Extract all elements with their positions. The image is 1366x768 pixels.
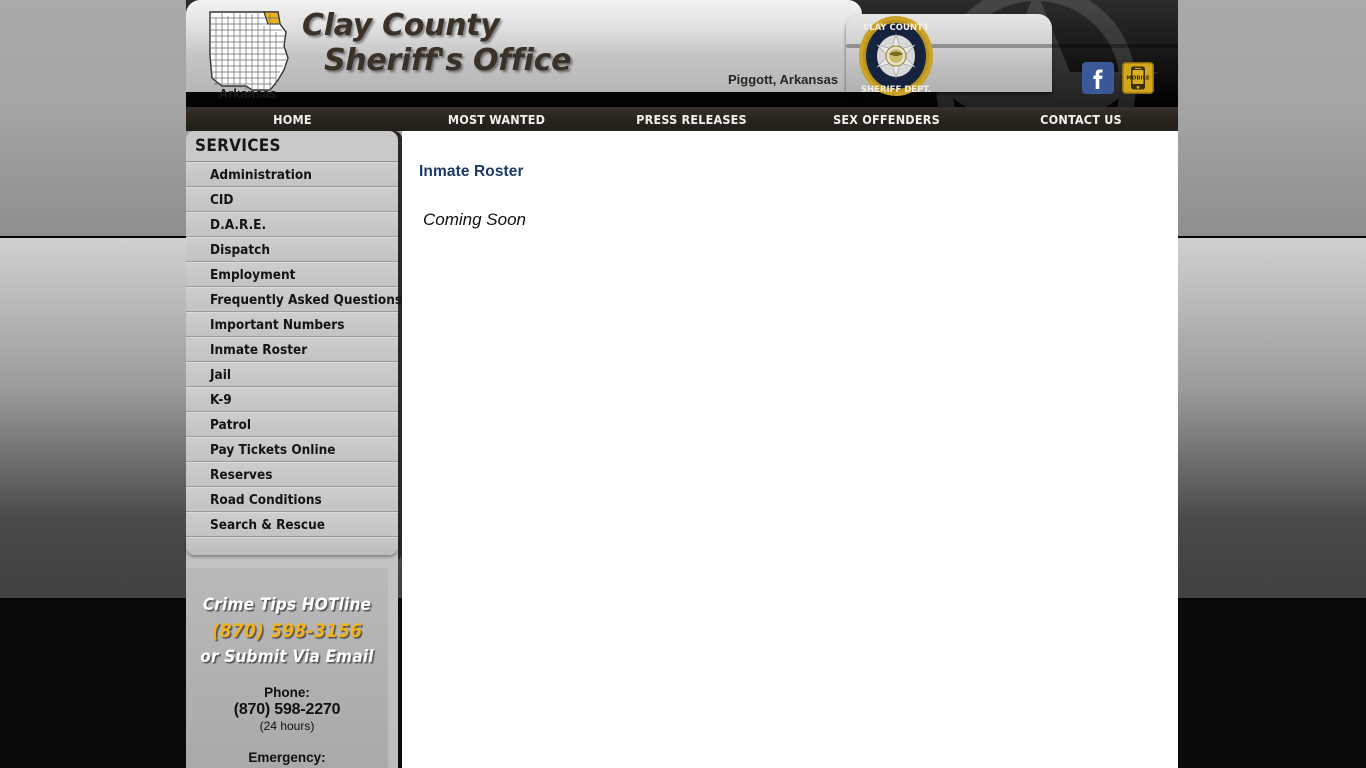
sidebar-item-faq[interactable]: Frequently Asked Questions	[186, 287, 402, 312]
sidebar-item-cid[interactable]: CID	[186, 187, 398, 212]
mobile-icon[interactable]: MOBILE	[1122, 62, 1154, 94]
arkansas-map-label: Arkansas	[219, 87, 277, 101]
phone-hours-note: (24 hours)	[259, 719, 315, 733]
contact-spacer	[186, 735, 388, 749]
facebook-icon[interactable]	[1082, 62, 1114, 94]
sheriff-badge-icon: CLAY COUNTY SHERIFF DEPT.	[859, 16, 933, 96]
nav-item-home[interactable]: HOME	[186, 112, 399, 127]
main-content: Inmate Roster Coming Soon	[402, 131, 1178, 768]
site-title-block: Clay County Sheriff's Office	[302, 8, 732, 78]
social-icons: MOBILE	[1082, 62, 1154, 94]
contact-info-block: Phone: (870) 598-2270 (24 hours) Emergen…	[186, 684, 388, 766]
nav-item-sex-offenders[interactable]: SEX OFFENDERS	[789, 112, 984, 127]
sidebar-item-patrol[interactable]: Patrol	[186, 412, 398, 437]
sidebar-item-employment[interactable]: Employment	[186, 262, 398, 287]
page-body-area: SERVICES Administration CID D.A.R.E. Dis…	[186, 131, 1178, 768]
site-title-line1: Clay County	[302, 8, 500, 43]
phone-number[interactable]: (870) 598-2270	[186, 701, 388, 718]
site-city-label: Piggott, Arkansas	[728, 72, 839, 87]
sidebar-item-pay-tickets[interactable]: Pay Tickets Online	[186, 437, 398, 462]
nav-item-contact-us[interactable]: CONTACT US	[984, 112, 1178, 127]
arkansas-map-icon	[209, 11, 289, 91]
sidebar-item-dare[interactable]: D.A.R.E.	[186, 212, 398, 237]
sidebar-item-k9[interactable]: K-9	[186, 387, 398, 412]
page-body-text: Coming Soon	[423, 210, 527, 229]
mobile-icon-label: MOBILE	[1126, 76, 1149, 82]
crime-tips-block: Crime Tips HOTline (870) 598-3156 or Sub…	[186, 568, 388, 768]
main-navigation: HOME MOST WANTED PRESS RELEASES SEX OFFE…	[186, 107, 1178, 131]
emergency-label: Emergency:	[248, 750, 326, 765]
sidebar-item-inmate-roster[interactable]: Inmate Roster	[186, 337, 398, 362]
site-container: Arkansas Clay County Sheriff's Office Pi…	[186, 0, 1178, 768]
sidebar-item-dispatch[interactable]: Dispatch	[186, 237, 398, 262]
sidebar-item-jail[interactable]: Jail	[186, 362, 398, 387]
site-title-line2: Sheriff's Office	[324, 43, 572, 78]
sidebar-item-reserves[interactable]: Reserves	[186, 462, 398, 487]
sidebar-item-road-conditions[interactable]: Road Conditions	[186, 487, 398, 512]
crime-tips-heading: Crime Tips HOTline	[202, 595, 372, 615]
tips-spacer	[186, 670, 388, 684]
sidebar-item-search-rescue[interactable]: Search & Rescue	[186, 512, 398, 537]
phone-label: Phone:	[264, 685, 310, 700]
sidebar-bottom-cap	[186, 537, 398, 555]
sidebar-heading: SERVICES	[186, 131, 398, 162]
page-title: Inmate Roster	[419, 163, 524, 180]
crime-tips-email-link[interactable]: or Submit Via Email	[186, 644, 388, 670]
sidebar-item-important-numbers[interactable]: Important Numbers	[186, 312, 398, 337]
badge-top-text: CLAY COUNTY	[863, 23, 930, 33]
site-header: Arkansas Clay County Sheriff's Office Pi…	[186, 0, 1178, 108]
crime-tips-phone[interactable]: (870) 598-3156	[186, 618, 388, 644]
badge-bottom-text: SHERIFF DEPT.	[861, 85, 931, 95]
nav-item-most-wanted[interactable]: MOST WANTED	[399, 112, 594, 127]
sidebar-item-administration[interactable]: Administration	[186, 162, 398, 187]
nav-item-press-releases[interactable]: PRESS RELEASES	[594, 112, 789, 127]
